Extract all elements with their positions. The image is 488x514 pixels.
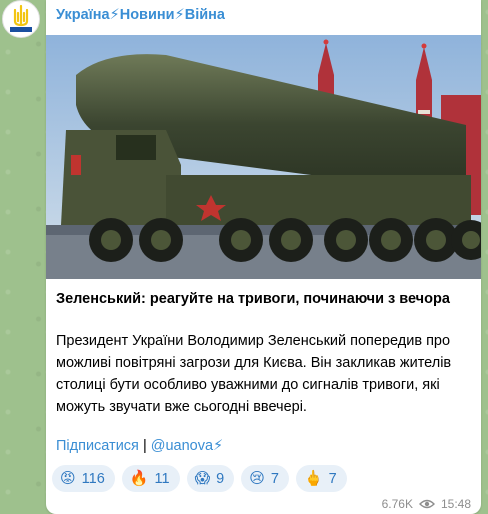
post-headline: Зеленський: реагуйте на тривоги, починаю… (56, 291, 450, 307)
channel-name[interactable]: Україна⚡Новини⚡Війна (56, 7, 225, 23)
reaction-count: 7 (270, 470, 279, 487)
reaction-angry[interactable]: 😡 116 (52, 465, 115, 492)
channel-avatar[interactable] (2, 0, 40, 38)
middle-finger-icon: 🖕 (303, 470, 323, 487)
reaction-count: 9 (216, 470, 225, 487)
reaction-count: 11 (154, 470, 170, 487)
screaming-face-icon: 😱 (194, 470, 211, 487)
angry-face-icon: 😡 (60, 470, 76, 487)
reaction-count: 7 (328, 470, 337, 487)
post-links: Підписатися | @uanova⚡ (56, 438, 223, 454)
reaction-cry[interactable]: 😢 7 (241, 465, 289, 492)
crying-face-icon: 😢 (249, 470, 265, 487)
reaction-middle-finger[interactable]: 🖕 7 (295, 465, 347, 492)
fire-icon: 🔥 (129, 470, 149, 487)
links-separator: | (142, 438, 147, 454)
post-body: Президент України Володимир Зеленський п… (56, 333, 452, 415)
eye-icon (418, 499, 435, 509)
post-photo[interactable] (46, 35, 481, 279)
trident-logo-icon (4, 2, 38, 36)
message-meta: 6.76K 15:48 (382, 497, 471, 511)
reactions-bar: 😡 116 🔥 11 😱 9 😢 7 🖕 7 (52, 465, 347, 492)
reaction-scream[interactable]: 😱 9 (186, 465, 235, 492)
subscribe-link[interactable]: Підписатися (56, 438, 139, 454)
message-time: 15:48 (440, 497, 471, 511)
reaction-fire[interactable]: 🔥 11 (121, 465, 180, 492)
reaction-count: 116 (81, 470, 105, 487)
message-bubble[interactable]: Україна⚡Новини⚡Війна Зеленський: реагуйт… (46, 0, 481, 514)
missile-launcher-image (46, 35, 481, 279)
channel-handle-link[interactable]: @uanova⚡ (151, 438, 223, 454)
view-count: 6.76K (381, 497, 413, 511)
